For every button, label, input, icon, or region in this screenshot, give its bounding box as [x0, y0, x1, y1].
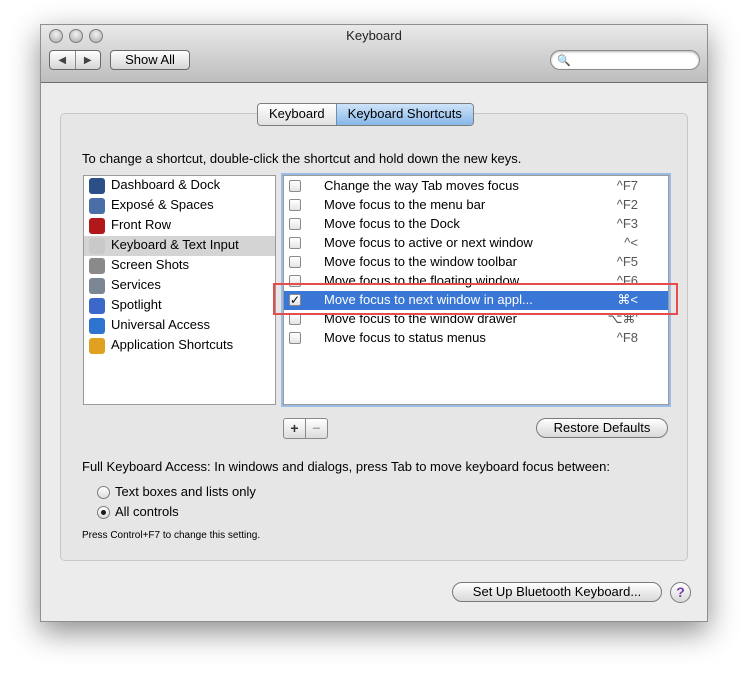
- shortcut-description: Move focus to active or next window: [324, 235, 533, 250]
- shortcut-checkbox[interactable]: [289, 237, 301, 249]
- category-item-label: Spotlight: [111, 297, 162, 312]
- shortcut-row[interactable]: Move focus to the Dock ^F3: [284, 215, 668, 234]
- shortcut-row[interactable]: Change the way Tab moves focus ^F7: [284, 177, 668, 196]
- category-item[interactable]: Exposé & Spaces: [84, 196, 275, 216]
- show-all-button[interactable]: Show All: [110, 50, 190, 70]
- services-gear-icon: [89, 278, 105, 294]
- spotlight-icon: [89, 298, 105, 314]
- category-item[interactable]: Screen Shots: [84, 256, 275, 276]
- category-item-label: Dashboard & Dock: [111, 177, 221, 192]
- shortcut-key[interactable]: ^F3: [617, 216, 638, 231]
- title-bar: Keyboard ◀ ▶ Show All 🔍: [41, 25, 707, 83]
- shortcut-description: Move focus to status menus: [324, 330, 486, 345]
- window-title: Keyboard: [346, 28, 402, 43]
- back-forward-control: ◀ ▶: [49, 50, 101, 70]
- category-item-label: Services: [111, 277, 161, 292]
- tab-keyboard[interactable]: Keyboard: [258, 104, 336, 125]
- search-field[interactable]: 🔍: [550, 50, 700, 70]
- radio-all-controls[interactable]: [97, 506, 110, 519]
- control-f7-note: Press Control+F7 to change this setting.: [82, 530, 261, 541]
- category-item-label: Application Shortcuts: [111, 337, 234, 352]
- shortcut-description: Change the way Tab moves focus: [324, 178, 519, 193]
- shortcut-key[interactable]: ^F8: [617, 330, 638, 345]
- set-up-bluetooth-keyboard-button[interactable]: Set Up Bluetooth Keyboard...: [452, 582, 662, 602]
- universal-access-icon: [89, 318, 105, 334]
- tab-keyboard-shortcuts[interactable]: Keyboard Shortcuts: [335, 104, 473, 125]
- shortcut-key[interactable]: ^<: [624, 235, 638, 250]
- keyboard-text-input-icon: [89, 238, 105, 254]
- category-item[interactable]: Dashboard & Dock: [84, 176, 275, 196]
- category-item[interactable]: Front Row: [84, 216, 275, 236]
- shortcut-checkbox[interactable]: [289, 332, 301, 344]
- shortcut-row[interactable]: Move focus to the window toolbar ^F5: [284, 253, 668, 272]
- shortcut-row[interactable]: Move focus to active or next window ^<: [284, 234, 668, 253]
- shortcut-row[interactable]: Move focus to the menu bar ^F2: [284, 196, 668, 215]
- back-arrow-icon[interactable]: ◀: [50, 51, 76, 69]
- category-item-label: Screen Shots: [111, 257, 190, 272]
- application-shortcuts-icon: [89, 338, 105, 354]
- category-item-label: Front Row: [111, 217, 171, 232]
- category-list[interactable]: Dashboard & Dock Exposé & Spaces Front Row…: [83, 175, 276, 405]
- shortcut-checkbox[interactable]: [289, 256, 301, 268]
- shortcut-checkbox[interactable]: [289, 199, 301, 211]
- category-item[interactable]: Application Shortcuts: [84, 336, 275, 356]
- tab-bar: Keyboard Keyboard Shortcuts: [257, 103, 474, 126]
- front-row-icon: [89, 218, 105, 234]
- dashboard-dock-icon: [89, 178, 105, 194]
- shortcut-key[interactable]: ^F7: [617, 178, 638, 193]
- category-item[interactable]: Keyboard & Text Input: [84, 236, 275, 256]
- shortcut-checkbox[interactable]: [289, 180, 301, 192]
- radio-text-boxes-lists-label[interactable]: Text boxes and lists only: [115, 484, 256, 499]
- forward-arrow-icon[interactable]: ▶: [76, 51, 101, 69]
- shortcut-instruction-text: To change a shortcut, double-click the s…: [82, 151, 522, 166]
- restore-defaults-button[interactable]: Restore Defaults: [536, 418, 668, 438]
- shortcut-row[interactable]: Move focus to status menus ^F8: [284, 329, 668, 348]
- shortcut-key[interactable]: ^F2: [617, 197, 638, 212]
- shortcut-key[interactable]: ^F5: [617, 254, 638, 269]
- highlight-box: [273, 283, 678, 315]
- category-item-label: Exposé & Spaces: [111, 197, 214, 212]
- category-item-label: Keyboard & Text Input: [111, 237, 239, 252]
- radio-all-controls-label[interactable]: All controls: [115, 504, 179, 519]
- add-remove-control: + −: [283, 418, 328, 439]
- radio-text-boxes-lists[interactable]: [97, 486, 110, 499]
- category-item[interactable]: Services: [84, 276, 275, 296]
- remove-shortcut-button[interactable]: −: [306, 419, 327, 438]
- add-shortcut-button[interactable]: +: [284, 419, 306, 438]
- expose-spaces-icon: [89, 198, 105, 214]
- help-button[interactable]: ?: [670, 582, 691, 603]
- shortcut-checkbox[interactable]: [289, 218, 301, 230]
- category-item-label: Universal Access: [111, 317, 210, 332]
- shortcut-description: Move focus to the window toolbar: [324, 254, 517, 269]
- shortcut-description: Move focus to the menu bar: [324, 197, 486, 212]
- search-icon: 🔍: [557, 55, 571, 67]
- category-item[interactable]: Universal Access: [84, 316, 275, 336]
- full-keyboard-access-label: Full Keyboard Access: In windows and dia…: [82, 459, 610, 474]
- shortcut-description: Move focus to the Dock: [324, 216, 460, 231]
- screen-shots-icon: [89, 258, 105, 274]
- category-item[interactable]: Spotlight: [84, 296, 275, 316]
